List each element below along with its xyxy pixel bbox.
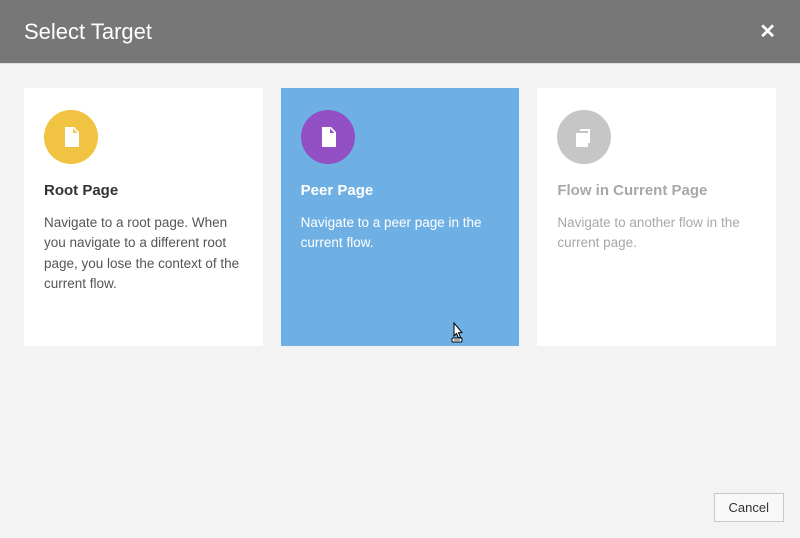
card-title: Root Page xyxy=(44,182,243,199)
root-page-icon xyxy=(44,110,98,164)
card-title: Flow in Current Page xyxy=(557,182,756,199)
dialog-footer: Cancel xyxy=(714,493,784,522)
card-title: Peer Page xyxy=(301,182,500,199)
close-icon[interactable]: ✕ xyxy=(759,22,776,42)
card-container: Root Page Navigate to a root page. When … xyxy=(0,64,800,346)
dialog-title: Select Target xyxy=(24,19,152,45)
card-description: Navigate to a peer page in the current f… xyxy=(301,213,500,254)
card-description: Navigate to a root page. When you naviga… xyxy=(44,213,243,294)
dialog-header: Select Target ✕ xyxy=(0,0,800,64)
peer-page-icon xyxy=(301,110,355,164)
card-flow-current-page[interactable]: Flow in Current Page Navigate to another… xyxy=(537,88,776,346)
card-description: Navigate to another flow in the current … xyxy=(557,213,756,254)
flow-page-icon xyxy=(557,110,611,164)
cancel-button[interactable]: Cancel xyxy=(714,493,784,522)
card-root-page[interactable]: Root Page Navigate to a root page. When … xyxy=(24,88,263,346)
card-peer-page[interactable]: Peer Page Navigate to a peer page in the… xyxy=(281,88,520,346)
